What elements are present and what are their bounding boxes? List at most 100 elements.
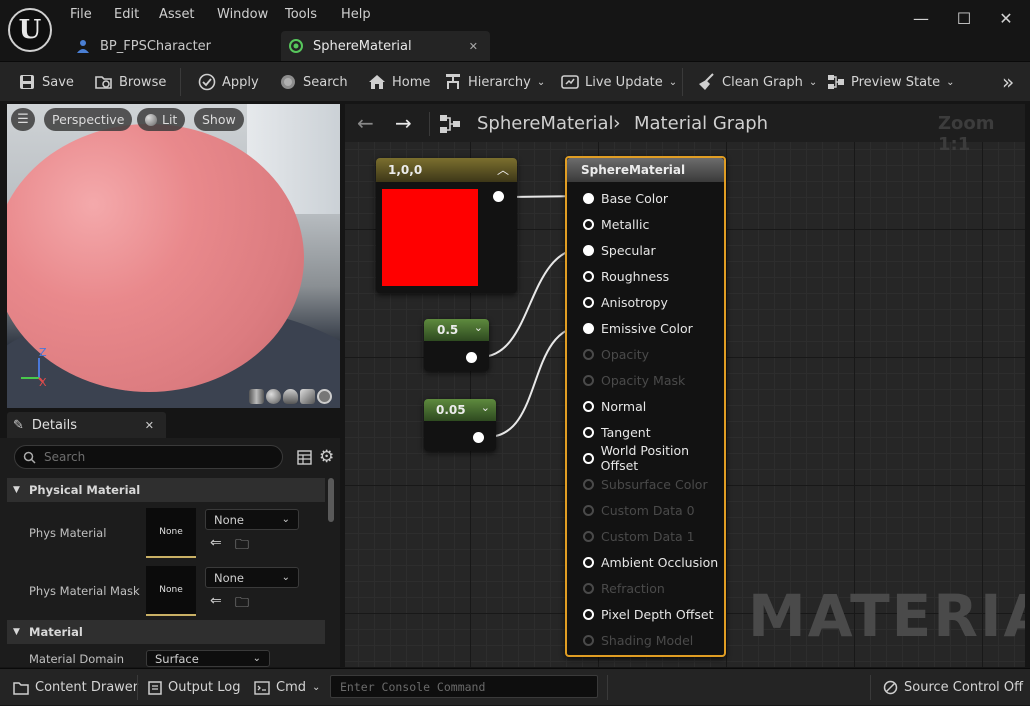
browse-button[interactable]: Browse [95, 62, 166, 102]
result-pin-row[interactable]: Base Color [583, 185, 668, 211]
toolbar-overflow-button[interactable]: » [1002, 62, 1014, 102]
cube-shape-icon[interactable] [300, 389, 315, 404]
chevron-down-icon[interactable]: ⌄ [474, 321, 483, 334]
tab-close-icon[interactable]: ✕ [469, 40, 478, 53]
teapot-shape-icon[interactable] [317, 389, 332, 404]
result-pin-row[interactable]: Roughness [583, 263, 669, 289]
input-pin[interactable] [583, 270, 594, 282]
details-search-field[interactable]: Search [14, 445, 283, 469]
lit-button[interactable]: Lit [137, 108, 186, 131]
clean-graph-dropdown[interactable]: Clean Graph ⌄ [698, 62, 817, 102]
output-log-button[interactable]: Output Log [148, 669, 241, 706]
input-pin[interactable] [583, 556, 594, 568]
apply-button[interactable]: Apply [198, 62, 259, 102]
use-selected-arrow-icon[interactable]: ⇐ [210, 593, 222, 609]
chevron-down-icon[interactable]: ⌄ [481, 401, 490, 414]
settings-gear-icon[interactable]: ⚙ [319, 447, 334, 467]
perspective-button[interactable]: Perspective [44, 108, 133, 131]
result-pin-row[interactable]: Refraction [583, 575, 665, 601]
details-tab[interactable]: ✎ Details ✕ [7, 412, 166, 438]
input-pin[interactable] [583, 452, 594, 464]
phys-material-dropdown[interactable]: None ⌄ [205, 509, 299, 530]
menu-window[interactable]: Window [217, 7, 268, 22]
browse-to-asset-icon[interactable]: 🗀 [235, 592, 249, 616]
show-button[interactable]: Show [194, 108, 244, 131]
result-pin-row[interactable]: Tangent [583, 419, 651, 445]
result-pin-row[interactable]: Ambient Occlusion [583, 549, 718, 575]
input-pin[interactable] [583, 478, 594, 490]
category-physical-material[interactable]: ▼ Physical Material [7, 478, 325, 502]
phys-material-mask-thumbnail[interactable]: None [146, 566, 196, 616]
input-pin[interactable] [583, 634, 594, 646]
input-pin[interactable] [583, 608, 594, 620]
output-pin[interactable] [493, 191, 504, 202]
category-material[interactable]: ▼ Material [7, 620, 325, 644]
input-pin[interactable] [583, 192, 594, 204]
result-pin-row[interactable]: Shading Model [583, 627, 693, 653]
details-close-icon[interactable]: ✕ [145, 419, 154, 432]
result-pin-row[interactable]: Normal [583, 393, 646, 419]
output-pin[interactable] [466, 352, 477, 363]
phys-material-thumbnail[interactable]: None [146, 508, 196, 558]
material-result-node[interactable]: SphereMaterial Base Color Metallic Specula… [565, 156, 726, 657]
input-pin[interactable] [583, 400, 594, 412]
result-pin-row[interactable]: Metallic [583, 211, 649, 237]
result-pin-row[interactable]: World Position Offset [583, 443, 724, 473]
minimize-button[interactable]: — [906, 8, 936, 30]
material-graph-canvas[interactable]: ← → SphereMaterial › Material Graph Zoom… [345, 104, 1025, 667]
save-button[interactable]: Save [18, 62, 74, 102]
collapse-chevron-icon[interactable]: ︿ [497, 161, 509, 178]
hierarchy-dropdown[interactable]: Hierarchy ⌄ [444, 62, 545, 102]
browse-to-asset-icon[interactable]: 🗀 [235, 534, 249, 558]
result-pin-row[interactable]: Emissive Color [583, 315, 693, 341]
menu-edit[interactable]: Edit [114, 7, 139, 22]
source-control-button[interactable]: Source Control Off [883, 669, 1023, 706]
vector-constant-node[interactable]: 1,0,0 ︿ [376, 158, 517, 293]
details-scrollbar[interactable] [328, 478, 334, 522]
maximize-button[interactable]: ☐ [949, 8, 979, 30]
menu-asset[interactable]: Asset [159, 7, 195, 22]
menu-help[interactable]: Help [341, 7, 371, 22]
console-command-input[interactable]: Enter Console Command [330, 675, 598, 698]
material-domain-dropdown[interactable]: Surface ⌄ [146, 650, 270, 667]
result-pin-row[interactable]: Custom Data 1 [583, 523, 695, 549]
scalar-constant-node-0.5[interactable]: 0.5 ⌄ [424, 319, 489, 371]
result-pin-row[interactable]: Opacity [583, 341, 649, 367]
input-pin[interactable] [583, 426, 594, 438]
preview-state-dropdown[interactable]: Preview State ⌄ [827, 62, 955, 102]
input-pin[interactable] [583, 374, 594, 386]
result-pin-row[interactable]: Specular [583, 237, 656, 263]
menu-tools[interactable]: Tools [285, 7, 317, 22]
result-pin-row[interactable]: Opacity Mask [583, 367, 685, 393]
plane-shape-icon[interactable] [283, 389, 298, 404]
input-pin[interactable] [583, 504, 594, 516]
input-pin[interactable] [583, 296, 594, 308]
menu-file[interactable]: File [70, 7, 92, 22]
phys-material-mask-dropdown[interactable]: None ⌄ [205, 567, 299, 588]
cylinder-shape-icon[interactable] [249, 389, 264, 404]
material-preview-viewport[interactable]: ☰ Perspective Lit Show Z X [7, 104, 340, 408]
input-pin[interactable] [583, 244, 594, 256]
use-selected-arrow-icon[interactable]: ⇐ [210, 535, 222, 551]
table-view-icon[interactable] [297, 450, 312, 465]
result-pin-row[interactable]: Custom Data 0 [583, 497, 695, 523]
result-pin-row[interactable]: Anisotropy [583, 289, 668, 315]
scalar-constant-node-0.05[interactable]: 0.05 ⌄ [424, 399, 496, 451]
live-update-dropdown[interactable]: Live Update ⌄ [561, 62, 677, 102]
result-pin-row[interactable]: Subsurface Color [583, 471, 708, 497]
content-drawer-button[interactable]: Content Drawer [13, 669, 138, 706]
sphere-shape-icon[interactable] [266, 389, 281, 404]
input-pin[interactable] [583, 582, 594, 594]
input-pin[interactable] [583, 218, 594, 230]
output-pin[interactable] [473, 432, 484, 443]
viewport-menu-button[interactable]: ☰ [11, 108, 35, 131]
input-pin[interactable] [583, 530, 594, 542]
close-window-button[interactable]: ✕ [991, 8, 1021, 30]
input-pin[interactable] [583, 348, 594, 360]
tab-spherematerial[interactable]: SphereMaterial ✕ [281, 31, 490, 61]
unreal-logo-icon[interactable]: U [8, 8, 52, 52]
home-button[interactable]: Home [368, 62, 430, 102]
search-button[interactable]: Search [279, 62, 348, 102]
tab-bp-fpscharacter[interactable]: BP_FPSCharacter [76, 31, 276, 61]
input-pin[interactable] [583, 322, 594, 334]
